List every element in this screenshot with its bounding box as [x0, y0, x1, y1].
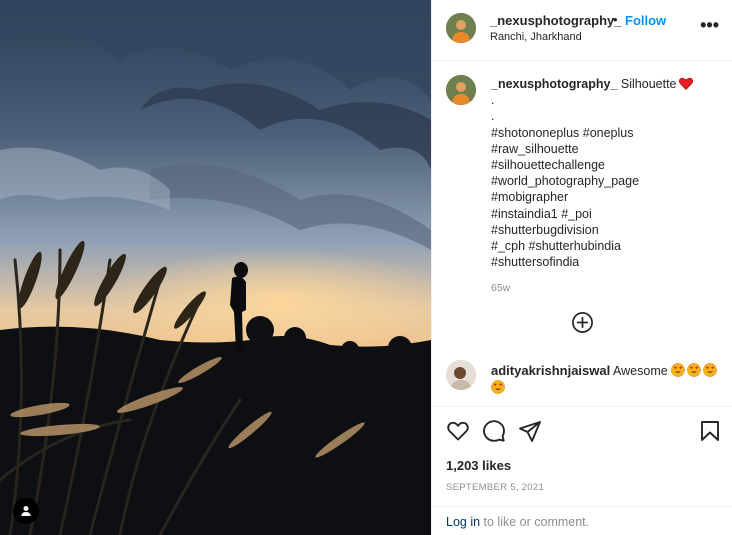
heart-eyes-emoji-icon	[491, 380, 505, 394]
comment-bubble-icon[interactable]	[482, 419, 506, 443]
comment-row: adityakrishnjaiswal Awesome	[432, 352, 732, 406]
caption-hashtags[interactable]: #shotononeplus #oneplus	[491, 125, 721, 141]
author-username[interactable]: _nexusphotography_	[490, 13, 621, 28]
caption-text: _nexusphotography_ Silhouette . . #shoto…	[491, 76, 721, 297]
comment-text: adityakrishnjaiswal Awesome	[491, 362, 721, 397]
share-send-icon[interactable]	[518, 419, 542, 443]
login-prompt: Log in to like or comment.	[432, 506, 732, 535]
post-location[interactable]: Ranchi, Jharkhand	[490, 31, 582, 43]
red-heart-emoji-icon	[678, 77, 693, 90]
caption-hashtags[interactable]: #_cph #shutterhubindia	[491, 238, 721, 254]
caption-line: .	[491, 109, 495, 124]
heart-eyes-emoji-icon	[671, 363, 686, 377]
caption-hashtags[interactable]: #instaindia1 #_poi	[491, 206, 721, 222]
commenter-avatar-image	[446, 360, 476, 390]
heart-eyes-emoji-icon	[703, 363, 718, 377]
tagged-user-button[interactable]	[13, 498, 39, 524]
login-prompt-text: to like or comment.	[480, 515, 590, 529]
commenter-avatar[interactable]	[446, 360, 476, 390]
caption-hashtags[interactable]: #world_photography_page	[491, 173, 721, 189]
follow-button[interactable]: Follow	[625, 13, 666, 28]
author-avatar[interactable]	[446, 13, 476, 43]
save-bookmark-icon[interactable]	[698, 419, 722, 443]
user-icon	[21, 506, 31, 516]
post-photo[interactable]	[0, 0, 431, 535]
caption-hashtags[interactable]: #shuttersofindia	[491, 254, 721, 270]
post-actions: 1,203 likes SEPTEMBER 5, 2021	[432, 406, 732, 506]
follow-separator: •	[613, 12, 618, 27]
post-header: _nexusphotography_ • Follow Ranchi, Jhar…	[432, 0, 732, 61]
post-date[interactable]: SEPTEMBER 5, 2021	[446, 482, 544, 493]
caption-line: .	[491, 93, 495, 108]
load-more-comments-icon[interactable]	[571, 311, 594, 334]
caption-section: _nexusphotography_ Silhouette . . #shoto…	[432, 61, 732, 346]
likes-count[interactable]: 1,203 likes	[446, 458, 511, 473]
author-avatar-image	[446, 13, 476, 43]
caption-hashtags[interactable]: #raw_silhouette	[491, 141, 721, 157]
login-link[interactable]: Log in	[446, 515, 480, 529]
caption-hashtags[interactable]: #shutterbugdivision	[491, 222, 721, 238]
heart-eyes-emoji-icon	[687, 363, 702, 377]
caption-title: Silhouette	[620, 77, 677, 91]
caption-hashtags[interactable]: #mobigrapher	[491, 189, 721, 205]
post-panel: _nexusphotography_ • Follow Ranchi, Jhar…	[431, 0, 732, 535]
caption-time-ago[interactable]: 65w	[491, 280, 721, 296]
caption-first-line: _nexusphotography_ Silhouette	[491, 76, 721, 92]
commenter-username[interactable]: adityakrishnjaiswal	[491, 363, 610, 378]
more-options-icon[interactable]: •••	[700, 16, 719, 34]
caption-hashtags[interactable]: #silhouettechallenge	[491, 157, 721, 173]
caption-username[interactable]: _nexusphotography_	[491, 77, 617, 91]
caption-avatar-image	[446, 75, 476, 105]
like-heart-icon[interactable]	[446, 419, 470, 443]
caption-avatar[interactable]	[446, 75, 476, 105]
comment-body: Awesome	[613, 364, 668, 378]
silhouette-photo	[0, 0, 431, 535]
